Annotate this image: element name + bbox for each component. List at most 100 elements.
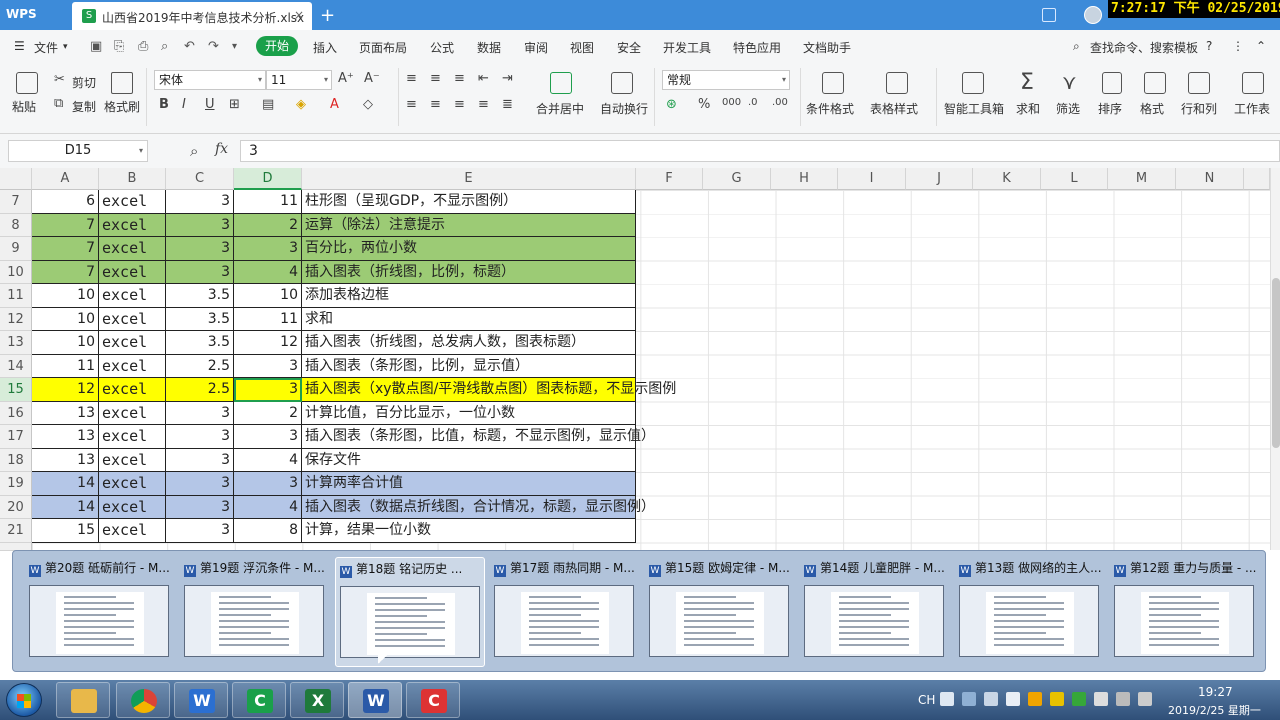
export-icon[interactable]: ⎘ bbox=[114, 39, 124, 54]
column-header-l[interactable]: L bbox=[1041, 168, 1108, 190]
cell-a[interactable]: 11 bbox=[32, 354, 99, 378]
preview-thumbnail[interactable] bbox=[184, 585, 324, 657]
copy-icon[interactable]: ⧉ bbox=[54, 96, 63, 111]
cell-c[interactable]: 3.5 bbox=[166, 284, 234, 308]
cell-style-icon[interactable]: ▤ bbox=[262, 97, 274, 112]
cell-c[interactable]: 3 bbox=[166, 495, 234, 519]
cell-b[interactable]: excel bbox=[99, 213, 166, 237]
cell-e[interactable]: 百分比，两位小数 bbox=[302, 237, 636, 261]
shield-icon[interactable] bbox=[1050, 692, 1064, 706]
row-header[interactable]: 11 bbox=[0, 284, 32, 308]
font-name-select[interactable]: 宋体 ▾ bbox=[154, 70, 266, 90]
taskbar-preview-item[interactable]: W 第13题 做网络的主人... bbox=[955, 557, 1105, 667]
cell-b[interactable]: excel bbox=[99, 260, 166, 284]
cell-c[interactable]: 3 bbox=[166, 190, 234, 214]
filter-button[interactable]: 筛选 bbox=[1056, 100, 1080, 117]
taskbar-preview-item[interactable]: W 第20题 砥砺前行 - M... bbox=[25, 557, 175, 667]
cell-a[interactable]: 12 bbox=[32, 378, 99, 402]
tab-start[interactable]: 开始 bbox=[256, 36, 298, 56]
new-tab-icon[interactable]: + bbox=[320, 5, 335, 26]
format-button[interactable]: 格式 bbox=[1140, 100, 1164, 117]
search-icon[interactable]: ⌕ bbox=[1073, 39, 1080, 54]
menu-file[interactable]: 文件 bbox=[34, 39, 58, 56]
preview-icon[interactable]: ⌕ bbox=[161, 39, 168, 54]
customize-icon[interactable]: ▾ bbox=[232, 41, 237, 52]
cell-a[interactable]: 10 bbox=[32, 331, 99, 355]
row-header[interactable]: 21 bbox=[0, 519, 32, 543]
preview-thumbnail[interactable] bbox=[1114, 585, 1254, 657]
column-header-h[interactable]: H bbox=[771, 168, 838, 190]
row-header[interactable]: 18 bbox=[0, 448, 32, 472]
cell-b[interactable]: excel bbox=[99, 331, 166, 355]
column-header-a[interactable]: A bbox=[32, 168, 99, 190]
cell-b[interactable]: excel bbox=[99, 472, 166, 496]
align-left-icon[interactable]: ≡ bbox=[406, 97, 417, 112]
row-header[interactable]: 14 bbox=[0, 354, 32, 378]
cell-e[interactable]: 插入图表（条形图，比值，标题，不显示图例，显示值） bbox=[302, 425, 655, 449]
cell-d[interactable]: 3 bbox=[234, 237, 302, 261]
taskbar-app-excel[interactable]: X bbox=[290, 682, 344, 718]
cell-c[interactable]: 3 bbox=[166, 260, 234, 284]
tab-review[interactable]: 审阅 bbox=[524, 39, 548, 56]
settings-icon[interactable] bbox=[984, 692, 998, 706]
worksheet-button[interactable]: 工作表 bbox=[1234, 100, 1270, 117]
merge-center-icon[interactable] bbox=[550, 72, 572, 94]
volume-icon[interactable] bbox=[1138, 692, 1152, 706]
cell-a[interactable]: 6 bbox=[32, 190, 99, 214]
decrease-font-icon[interactable]: A⁻ bbox=[364, 71, 380, 86]
column-header-i[interactable]: I bbox=[838, 168, 906, 190]
taskbar-preview-item[interactable]: W 第18题 铭记历史 ... bbox=[335, 557, 485, 667]
cell-e[interactable]: 插入图表（xy散点图/平滑线散点图）图表标题，不显示图例 bbox=[302, 378, 676, 402]
cell-d[interactable]: 3 bbox=[234, 425, 302, 449]
cell-c[interactable]: 3 bbox=[166, 213, 234, 237]
wps-logo[interactable]: WPS bbox=[6, 7, 37, 21]
column-header-b[interactable]: B bbox=[99, 168, 166, 190]
cell-b[interactable]: excel bbox=[99, 354, 166, 378]
search-command[interactable]: 查找命令、搜索模板 bbox=[1090, 39, 1198, 56]
taskbar-preview-item[interactable]: W 第12题 重力与质量 - ... bbox=[1110, 557, 1260, 667]
paste-icon[interactable] bbox=[16, 72, 38, 94]
cell-a[interactable]: 7 bbox=[32, 260, 99, 284]
column-header-d[interactable]: D bbox=[234, 168, 302, 190]
thousands-icon[interactable]: 000 bbox=[722, 97, 741, 108]
row-header[interactable]: 9 bbox=[0, 237, 32, 261]
cell-d[interactable]: 2 bbox=[234, 213, 302, 237]
taskbar-app-chrome[interactable] bbox=[116, 682, 170, 718]
cell-b[interactable]: excel bbox=[99, 190, 166, 214]
name-box[interactable]: D15 ▾ bbox=[8, 140, 148, 162]
taskbar-preview-item[interactable]: W 第17题 雨热同期 - M... bbox=[490, 557, 640, 667]
paste-button[interactable]: 粘贴 bbox=[12, 98, 36, 115]
keyboard-icon[interactable] bbox=[940, 692, 954, 706]
cell-a[interactable]: 10 bbox=[32, 307, 99, 331]
cut-button[interactable]: 剪切 bbox=[72, 74, 96, 91]
column-header-j[interactable]: J bbox=[906, 168, 973, 190]
italic-icon[interactable]: I bbox=[182, 97, 186, 112]
sort-button[interactable]: 排序 bbox=[1098, 100, 1122, 117]
conditional-format-icon[interactable] bbox=[822, 72, 844, 94]
cell-d[interactable]: 4 bbox=[234, 495, 302, 519]
tab-page-layout[interactable]: 页面布局 bbox=[359, 39, 407, 56]
cell-e[interactable]: 计算比值，百分比显示，一位小数 bbox=[302, 401, 636, 425]
cell-b[interactable]: excel bbox=[99, 378, 166, 402]
cell-d[interactable]: 4 bbox=[234, 448, 302, 472]
taskbar-date[interactable]: 2019/2/25 星期一 bbox=[1168, 702, 1261, 718]
cell-e[interactable]: 插入图表（条形图，比例，显示值） bbox=[302, 354, 636, 378]
vertical-scrollbar[interactable] bbox=[1270, 168, 1280, 550]
row-header[interactable]: 8 bbox=[0, 213, 32, 237]
taskbar-app-word[interactable]: W bbox=[348, 682, 402, 718]
smart-toolbox-button[interactable]: 智能工具箱 bbox=[944, 100, 1004, 117]
menu-icon[interactable]: ☰ bbox=[14, 39, 25, 53]
cell-d[interactable]: 11 bbox=[234, 190, 302, 214]
cell-e[interactable]: 添加表格边框 bbox=[302, 284, 636, 308]
cell-d[interactable]: 3 bbox=[234, 472, 302, 496]
cell-a[interactable]: 14 bbox=[32, 472, 99, 496]
help-icon[interactable]: ? bbox=[1206, 39, 1212, 53]
cell-c[interactable]: 3 bbox=[166, 448, 234, 472]
format-icon[interactable] bbox=[1144, 72, 1166, 94]
percent-icon[interactable]: % bbox=[698, 97, 710, 112]
cell-a[interactable]: 15 bbox=[32, 519, 99, 543]
cell-c[interactable]: 3.5 bbox=[166, 307, 234, 331]
cell-e[interactable]: 插入图表（数据点折线图，合计情况，标题，显示图例） bbox=[302, 495, 655, 519]
bold-icon[interactable]: B bbox=[159, 97, 169, 112]
row-header[interactable]: 13 bbox=[0, 331, 32, 355]
